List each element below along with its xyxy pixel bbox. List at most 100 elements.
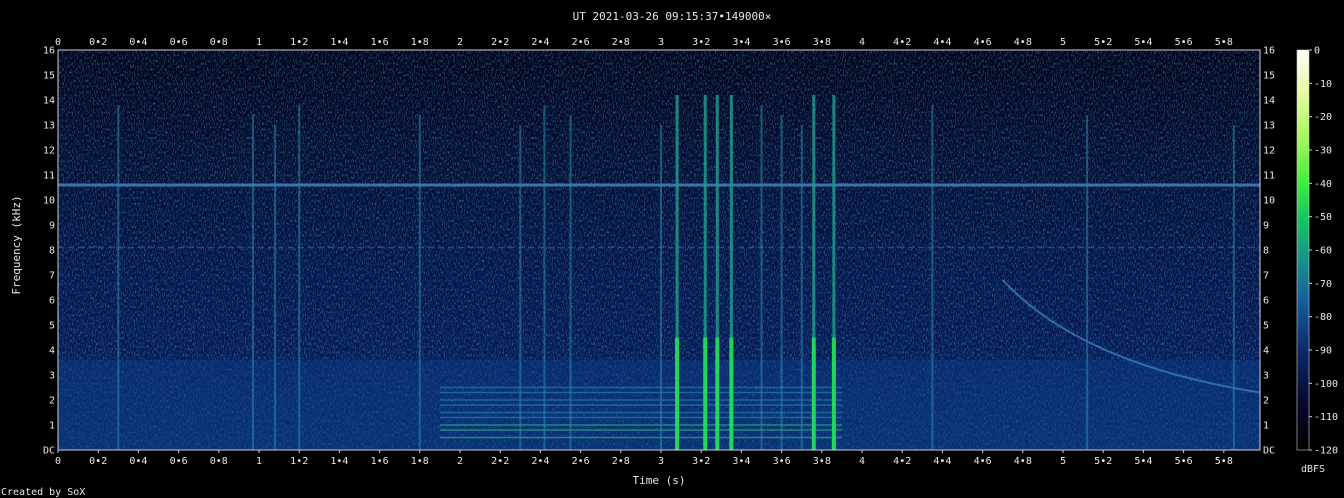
x-tick-label-bottom: 3•2: [692, 456, 710, 467]
x-tick-label-bottom: 3: [658, 456, 664, 467]
x-tick-label-bottom: 0•4: [129, 456, 147, 467]
y-tick-label-left: 5: [49, 321, 55, 332]
x-tick-label-top: 2: [457, 37, 463, 48]
colorbar-label: dBFS: [1301, 464, 1325, 475]
y-tick-label-right: 5: [1263, 321, 1269, 332]
y-tick-label-right: DC: [1263, 446, 1275, 457]
x-tick-label-bottom: 4: [859, 456, 865, 467]
x-tick-label-top: 3: [658, 37, 664, 48]
y-tick-label-left: 12: [43, 146, 55, 157]
y-tick-label-left: 8: [49, 246, 55, 257]
colorbar-tick-label: -100: [1314, 379, 1338, 390]
colorbar-tick-label: -70: [1314, 279, 1332, 290]
x-tick-label-top: 4•6: [974, 37, 992, 48]
spectrogram-figure: UT 2021-03-26 09:15:37•149000× 0 0•2 0•4 0•…: [1, 10, 1338, 498]
x-tick-label-top: 3•2: [692, 37, 710, 48]
x-tick-label-top: 4•2: [893, 37, 911, 48]
colorbar-tick-label: -40: [1314, 179, 1332, 190]
colorbar-tick-label: -10: [1314, 79, 1332, 90]
chart-title: UT 2021-03-26 09:15:37•149000×: [573, 10, 772, 23]
x-tick-label-top: 0•8: [210, 37, 228, 48]
x-tick-label-top: 4: [859, 37, 865, 48]
x-tick-label-bottom: 4•6: [974, 456, 992, 467]
x-tick-label-top: 3•6: [773, 37, 791, 48]
y-tick-labels-left: DC12345678910111213141516: [43, 46, 55, 457]
colorbar-tick-label: -30: [1314, 146, 1332, 157]
x-tick-label-top: 0•4: [129, 37, 147, 48]
y-tick-label-right: 16: [1263, 46, 1275, 57]
x-tick-label-bottom: 1: [256, 456, 262, 467]
x-tick-label-bottom: 5: [1060, 456, 1066, 467]
x-tick-label-bottom: 0•8: [210, 456, 228, 467]
x-tick-label-bottom: 2•2: [491, 456, 509, 467]
x-tick-label-top: 1•6: [371, 37, 389, 48]
y-tick-label-left: 6: [49, 296, 55, 307]
x-tick-label-top: 2•8: [612, 37, 630, 48]
x-tick-label-top: 1•8: [411, 37, 429, 48]
x-tick-label-bottom: 2•4: [531, 456, 549, 467]
x-axis-label: Time (s): [633, 474, 686, 487]
x-tick-label-bottom: 5•2: [1094, 456, 1112, 467]
y-tick-label-left: 10: [43, 196, 55, 207]
x-tick-label-bottom: 3•4: [732, 456, 750, 467]
x-tick-label-bottom: 5•4: [1134, 456, 1152, 467]
y-tick-label-right: 9: [1263, 221, 1269, 232]
y-tick-label-right: 7: [1263, 271, 1269, 282]
y-tick-label-left: 15: [43, 71, 55, 82]
y-tick-label-right: 12: [1263, 146, 1275, 157]
colorbar-tick-label: -120: [1314, 446, 1338, 457]
y-tick-label-right: 11: [1263, 171, 1275, 182]
colorbar-tick-label: -50: [1314, 212, 1332, 223]
x-tick-label-bottom: 4•4: [933, 456, 951, 467]
x-tick-label-top: 5•2: [1094, 37, 1112, 48]
y-tick-labels-right: DC12345678910111213141516: [1263, 46, 1275, 457]
y-axis-label: Frequency (kHz): [10, 195, 23, 294]
y-tick-label-right: 14: [1263, 96, 1275, 107]
y-tick-label-right: 4: [1263, 346, 1269, 357]
x-tick-label-top: 5•6: [1175, 37, 1193, 48]
x-tick-label-top: 5: [1060, 37, 1066, 48]
x-tick-label-bottom: 2•6: [572, 456, 590, 467]
footer-credit: Created by SoX: [1, 487, 85, 498]
x-tick-label-bottom: 0•2: [89, 456, 107, 467]
x-tick-label-top: 1•4: [330, 37, 348, 48]
x-tick-label-bottom: 4•2: [893, 456, 911, 467]
x-tick-label-bottom: 2•8: [612, 456, 630, 467]
plot-area: [58, 50, 1260, 450]
y-tick-label-right: 15: [1263, 71, 1275, 82]
x-tick-label-top: 1: [256, 37, 262, 48]
y-tick-label-right: 1: [1263, 421, 1269, 432]
colorbar-tick-label: -20: [1314, 112, 1332, 123]
x-tick-label-top: 2•6: [572, 37, 590, 48]
x-tick-label-bottom: 1•4: [330, 456, 348, 467]
x-tick-label-top: 2•2: [491, 37, 509, 48]
x-tick-label-top: 4•8: [1014, 37, 1032, 48]
x-tick-label-top: 5•4: [1134, 37, 1152, 48]
x-tick-label-top: 3•8: [813, 37, 831, 48]
x-tick-label-bottom: 5•6: [1175, 456, 1193, 467]
y-tick-label-right: 6: [1263, 296, 1269, 307]
x-tick-labels-top: 0 0•2 0•4 0•6 0•8 1 1•2 1•4 1•6 1•8 2 2•2 2•4 2•6 2•8 3…: [55, 37, 1233, 48]
y-tick-label-left: 7: [49, 271, 55, 282]
x-tick-label-bottom: 3•6: [773, 456, 791, 467]
x-tick-label-top: 0: [55, 37, 61, 48]
y-tick-label-right: 10: [1263, 196, 1275, 207]
x-tick-label-bottom: 4•8: [1014, 456, 1032, 467]
colorbar-tick-label: -90: [1314, 346, 1332, 357]
x-tick-label-bottom: 0: [55, 456, 61, 467]
x-tick-label-top: 2•4: [531, 37, 549, 48]
y-tick-label-left: 14: [43, 96, 55, 107]
y-tick-label-left: 3: [49, 371, 55, 382]
y-tick-label-right: 8: [1263, 246, 1269, 257]
colorbar-tick-label: -80: [1314, 312, 1332, 323]
y-tick-label-left: 2: [49, 396, 55, 407]
y-tick-label-left: 9: [49, 221, 55, 232]
colorbar-tick-label: -110: [1314, 412, 1338, 423]
y-tick-label-left: 1: [49, 421, 55, 432]
y-tick-label-right: 13: [1263, 121, 1275, 132]
x-tick-label-top: 4•4: [933, 37, 951, 48]
x-tick-label-top: 3•4: [732, 37, 750, 48]
y-tick-label-right: 2: [1263, 396, 1269, 407]
x-tick-label-top: 0•2: [89, 37, 107, 48]
x-tick-labels-bottom: 0 0•2 0•4 0•6 0•8 1 1•2 1•4 1•6 1•8 2 2•2 2•4 2•6 2•8 3…: [55, 450, 1233, 467]
